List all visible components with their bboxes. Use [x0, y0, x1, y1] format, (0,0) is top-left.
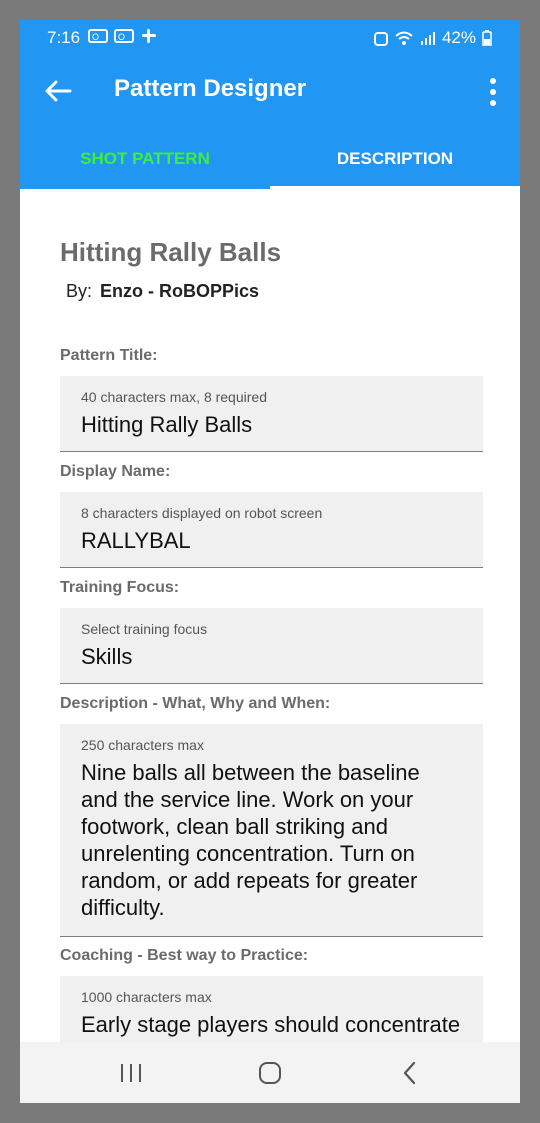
- tab-shot-pattern[interactable]: SHOT PATTERN: [20, 131, 270, 189]
- pattern-title-value: Hitting Rally Balls: [81, 412, 253, 437]
- home-icon[interactable]: [255, 1060, 285, 1086]
- more-options-icon[interactable]: [486, 77, 500, 107]
- author-name: Enzo - RoBOPPics: [100, 281, 260, 301]
- status-right: 42%: [373, 28, 492, 48]
- system-nav-bar: [20, 1042, 520, 1103]
- status-bar: 7:16 O O 42%: [20, 20, 520, 55]
- notification-icons: O O: [88, 28, 158, 48]
- display-name-field[interactable]: 8 characters displayed on robot screen R…: [60, 492, 483, 568]
- description-value: Nine balls all between the baseline and …: [81, 760, 420, 920]
- battery-percent: 42%: [441, 28, 476, 47]
- by-label: By:: [66, 281, 93, 301]
- training-focus-label: Training Focus:: [60, 579, 180, 596]
- description-field[interactable]: 250 characters max Nine balls all betwee…: [60, 724, 483, 937]
- display-name-label: Display Name:: [60, 463, 171, 480]
- page-title: Pattern Designer: [114, 75, 307, 102]
- pattern-title-label: Pattern Title:: [60, 347, 158, 364]
- wifi-icon: [395, 31, 413, 45]
- pattern-heading: Hitting Rally Balls: [60, 237, 282, 267]
- description-hint: 250 characters max: [81, 737, 204, 753]
- pattern-title-field[interactable]: 40 characters max, 8 required Hitting Ra…: [60, 376, 483, 452]
- training-focus-value: Skills: [81, 644, 133, 669]
- back-arrow-icon[interactable]: [42, 75, 74, 107]
- recent-apps-icon[interactable]: [116, 1060, 146, 1086]
- status-time: 7:16: [47, 28, 81, 47]
- coaching-label: Coaching - Best way to Practice:: [60, 947, 309, 964]
- training-focus-field[interactable]: Select training focus Skills: [60, 608, 483, 684]
- tab-description[interactable]: DESCRIPTION: [270, 131, 520, 189]
- phone-screen: 7:16 O O 42% Pattern Designer SHOT PATTE…: [20, 20, 520, 1103]
- display-name-hint: 8 characters displayed on robot screen: [81, 505, 323, 521]
- coaching-hint: 1000 characters max: [81, 989, 212, 1005]
- alarm-icon: [373, 32, 388, 46]
- signal-icon: [420, 32, 435, 45]
- svg-text:O: O: [92, 32, 101, 42]
- outlook-icon: O: [114, 29, 135, 43]
- display-name-value: RALLYBAL: [81, 528, 191, 553]
- app-bar: Pattern Designer: [20, 55, 520, 131]
- outlook-icon: O: [88, 29, 108, 43]
- author-byline: By: Enzo - RoBOPPics: [66, 281, 259, 302]
- form-content[interactable]: Hitting Rally Balls By: Enzo - RoBOPPics …: [20, 189, 520, 1042]
- tab-bar: SHOT PATTERN DESCRIPTION: [20, 131, 520, 189]
- back-nav-icon[interactable]: [395, 1060, 425, 1086]
- coaching-value: Early stage players should concentrate o…: [81, 1012, 461, 1042]
- slack-icon: [142, 29, 157, 43]
- training-focus-hint: Select training focus: [81, 621, 208, 637]
- svg-text:O: O: [118, 32, 127, 42]
- coaching-field[interactable]: 1000 characters max Early stage players …: [60, 976, 483, 1042]
- battery-icon: [482, 30, 492, 46]
- description-label: Description - What, Why and When:: [60, 695, 331, 712]
- pattern-title-hint: 40 characters max, 8 required: [81, 389, 267, 405]
